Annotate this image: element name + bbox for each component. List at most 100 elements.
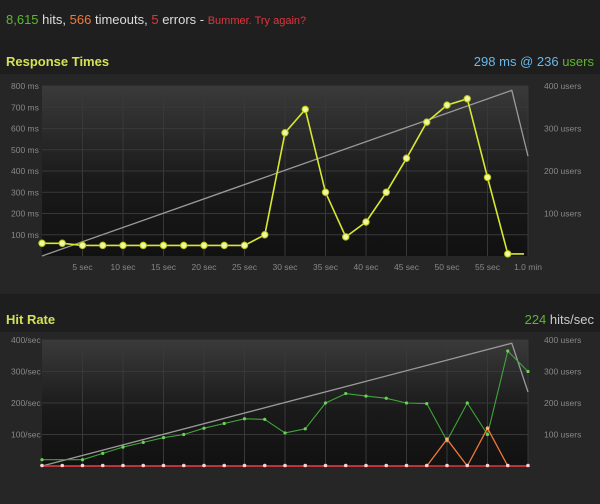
hr-hits-point bbox=[263, 417, 267, 421]
rt-response-point bbox=[159, 241, 168, 250]
rt-response-point bbox=[200, 241, 208, 250]
hr-errors-point bbox=[364, 463, 368, 468]
summary-bar: 8,615 hits, 566 timeouts, 5 errors - Bum… bbox=[0, 0, 600, 40]
rt-response-point bbox=[362, 218, 370, 226]
rt-response-point bbox=[342, 233, 350, 241]
hr-hits-point bbox=[344, 391, 348, 396]
hit-rate-value: 224 bbox=[524, 312, 547, 327]
hr-errors-point bbox=[465, 463, 470, 468]
rt-y-tick: 600 ms bbox=[11, 124, 39, 134]
hr-errors-point bbox=[40, 463, 44, 468]
response-ms-value: 298 bbox=[473, 54, 496, 69]
hr-errors-point bbox=[202, 463, 206, 468]
hr-hits-point bbox=[242, 417, 247, 421]
response-users-unit: users bbox=[562, 54, 594, 69]
rt-x-tick: 20 sec bbox=[191, 262, 217, 272]
rt-y-tick: 500 ms bbox=[11, 145, 39, 155]
rt-x-tick: 10 sec bbox=[110, 262, 136, 272]
rt-response-point bbox=[139, 241, 147, 250]
hr-hits-point bbox=[303, 427, 307, 431]
hr-errors-point bbox=[445, 463, 449, 468]
rt-x-tick: 50 sec bbox=[434, 262, 460, 272]
hr-errors-point bbox=[222, 463, 227, 468]
hr-errors-point bbox=[323, 463, 328, 468]
hr-hits-point bbox=[202, 426, 206, 430]
rt-response-point bbox=[99, 241, 107, 250]
errors-label: errors - bbox=[162, 12, 205, 27]
hr-hits-point bbox=[121, 445, 125, 449]
rt-x-tick: 35 sec bbox=[313, 262, 339, 272]
hr-errors-point bbox=[404, 463, 409, 468]
rt-y-tick: 800 ms bbox=[11, 81, 39, 91]
try-again-link[interactable]: Bummer. Try again? bbox=[208, 15, 306, 27]
timeouts-count: 566 bbox=[69, 12, 92, 27]
hr-y-tick: 400/sec bbox=[11, 335, 42, 345]
response-times-title: Response Times bbox=[6, 54, 110, 69]
hr-errors-point bbox=[303, 463, 308, 468]
hit-rate-panel: 100/sec 200/sec 300/sec 400/sec 100 users 200… bbox=[0, 332, 600, 504]
hr-errors-point bbox=[60, 463, 65, 468]
hr-errors-point bbox=[121, 463, 125, 468]
hits-count: 8,615 bbox=[6, 12, 39, 27]
hr-hits-point bbox=[40, 458, 44, 462]
timeouts-label: timeouts, bbox=[94, 12, 148, 27]
hr-errors-point bbox=[100, 463, 105, 468]
response-times-header: Response Times 298 ms @ 236 users bbox=[0, 48, 600, 74]
hr-hits-point bbox=[182, 432, 186, 437]
hit-rate-unit: hits/sec bbox=[549, 312, 594, 327]
hr-errors-point bbox=[485, 463, 490, 468]
rt-response-point bbox=[78, 241, 87, 250]
hr-hits-point bbox=[222, 421, 226, 426]
hr-hits-point bbox=[364, 394, 368, 398]
hr-errors-point bbox=[343, 463, 348, 468]
rt-y-tick: 200 ms bbox=[11, 209, 39, 219]
rt-x-tick: 40 sec bbox=[353, 262, 379, 272]
hr-errors-point bbox=[181, 463, 186, 468]
response-times-chart: 5 sec 10 sec 15 sec 20 sec 25 sec 30 sec 35 se… bbox=[11, 81, 581, 272]
rt-y2-tick: 200 users bbox=[544, 166, 581, 176]
rt-response-point bbox=[220, 241, 228, 250]
response-times-stat: 298 ms @ 236 users bbox=[474, 54, 594, 69]
rt-y-tick: 700 ms bbox=[11, 102, 39, 112]
errors-count: 5 bbox=[151, 12, 159, 27]
hr-y-tick: 100/sec bbox=[11, 430, 42, 440]
hr-hits-point bbox=[283, 431, 287, 435]
rt-response-point bbox=[281, 129, 289, 137]
rt-response-point bbox=[321, 188, 330, 196]
rt-response-point bbox=[119, 241, 127, 250]
rt-x-tick: 15 sec bbox=[151, 262, 177, 272]
rt-y2-tick: 300 users bbox=[544, 124, 581, 134]
response-users-value: 236 bbox=[536, 54, 559, 69]
rt-response-point bbox=[423, 118, 431, 126]
hit-rate-title: Hit Rate bbox=[6, 312, 56, 327]
hr-errors-point bbox=[141, 463, 146, 468]
hr-hits-point bbox=[404, 401, 409, 405]
hits-label: hits, bbox=[42, 12, 67, 27]
rt-response-point bbox=[504, 250, 512, 258]
rt-response-point bbox=[382, 188, 390, 196]
rt-x-tick: 5 sec bbox=[72, 262, 93, 272]
hit-rate-header: Hit Rate 224 hits/sec bbox=[0, 306, 600, 332]
rt-y-tick: 300 ms bbox=[11, 187, 39, 197]
hr-errors-point bbox=[242, 463, 247, 468]
hr-hits-point bbox=[526, 369, 530, 374]
rt-y-tick: 100 ms bbox=[11, 230, 39, 240]
hr-hits-point bbox=[101, 451, 105, 455]
hr-errors-point bbox=[505, 463, 510, 468]
hr-errors-point bbox=[526, 463, 530, 468]
hr-hits-point bbox=[465, 401, 469, 405]
hr-hits-point bbox=[141, 440, 145, 444]
hr-hits-point bbox=[161, 436, 166, 440]
hr-y-tick: 200/sec bbox=[11, 398, 42, 408]
hr-errors-point bbox=[283, 463, 287, 468]
rt-response-point bbox=[301, 105, 309, 114]
response-times-panel: 5 sec 10 sec 15 sec 20 sec 25 sec 30 sec 35 se… bbox=[0, 74, 600, 294]
hr-y-tick: 300/sec bbox=[11, 367, 42, 377]
rt-y-tick: 400 ms bbox=[11, 166, 39, 176]
hr-timeouts-point bbox=[485, 426, 490, 430]
hr-y2-tick: 200 users bbox=[544, 398, 581, 408]
hr-hits-point bbox=[425, 402, 429, 406]
rt-response-point bbox=[38, 239, 46, 247]
hr-hits-point bbox=[506, 349, 510, 353]
rt-response-point bbox=[261, 231, 269, 239]
